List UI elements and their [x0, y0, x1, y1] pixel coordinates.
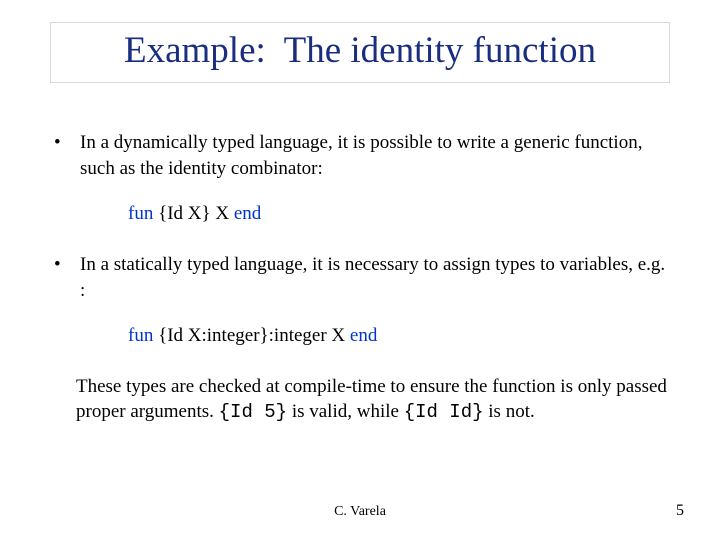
code-block-2: fun {Id X:integer}:integer X end: [128, 324, 670, 348]
keyword-fun: fun: [128, 325, 153, 346]
bullet-item: • In a dynamically typed language, it is…: [50, 130, 670, 182]
bullet-text: In a dynamically typed language, it is p…: [80, 130, 670, 182]
slide-body: • In a dynamically typed language, it is…: [50, 130, 670, 425]
keyword-end: end: [234, 203, 261, 224]
footer-author: C. Varela: [0, 504, 720, 520]
bullet-item: • In a statically typed language, it is …: [50, 252, 670, 304]
slide: Example: The identity function • In a dy…: [0, 0, 720, 540]
bullet-dot-icon: •: [50, 252, 80, 278]
code-block-1: fun {Id X} X end: [128, 202, 670, 226]
keyword-fun: fun: [128, 203, 153, 224]
code-mid: {Id X:integer}:integer X: [153, 325, 350, 346]
para-mid: is valid, while: [287, 401, 404, 422]
slide-title: Example: The identity function: [124, 30, 596, 71]
bullet-text: In a statically typed language, it is ne…: [80, 252, 670, 304]
inline-code: {Id 5}: [219, 401, 287, 423]
paragraph: These types are checked at compile-time …: [76, 374, 670, 425]
bullet-dot-icon: •: [50, 130, 80, 156]
title-box: Example: The identity function: [50, 22, 670, 83]
code-mid: {Id X} X: [153, 203, 234, 224]
keyword-end: end: [350, 325, 377, 346]
footer-page-number: 5: [676, 502, 684, 520]
inline-code: {Id Id}: [404, 401, 484, 423]
para-post: is not.: [484, 401, 535, 422]
